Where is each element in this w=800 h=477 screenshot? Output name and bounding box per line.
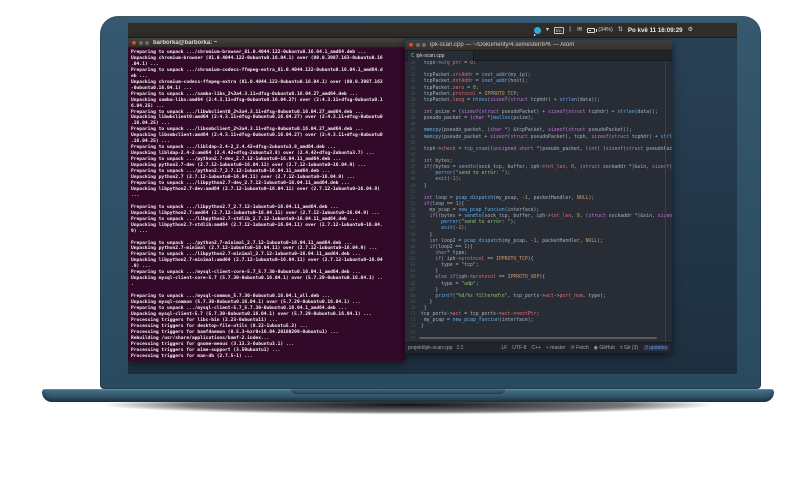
- atom-window-title: ipk-scan.cpp — ~/Dokumenty/4.semester/IP…: [430, 42, 575, 48]
- terminal-titlebar[interactable]: barborka@barborka: ~: [128, 38, 405, 48]
- terminal-line: Unpacking libwbclient0:amd64 (2:4.3.11+d…: [131, 115, 383, 121]
- git-branch-indicator[interactable]: ⑂ master: [546, 345, 566, 351]
- encoding-indicator[interactable]: UTF-8: [512, 345, 526, 351]
- terminal-line: Unpacking samba-libs:amd64 (2:4.3.11+dfs…: [131, 97, 383, 103]
- terminal-window: barborka@barborka: ~ Preparing to unpack…: [128, 38, 405, 361]
- code-line: memcpy(pseudo_packet + sizeof(struct pse…: [423, 134, 672, 140]
- battery-icon[interactable]: (34%): [587, 23, 613, 38]
- terminal-line: Unpacking chromium-codecs-ffmpeg-extra (…: [131, 79, 383, 85]
- laptop-base: [42, 389, 774, 402]
- status-right-items: LF UTF-8 C++ ⑂ master ⟳ Fetch ◉ GitHub ± Git (…: [501, 345, 638, 351]
- terminal-output[interactable]: Preparing to unpack .../chromium-browser…: [128, 48, 405, 361]
- close-button[interactable]: [409, 43, 413, 47]
- cpp-file-icon: C: [411, 53, 415, 59]
- battery-percentage: (34%): [598, 27, 613, 33]
- grammar-indicator[interactable]: C++: [531, 345, 540, 351]
- atom-window: ipk-scan.cpp — ~/Dokumenty/4.semester/IP…: [405, 40, 672, 353]
- laptop-screen: ▸ ▾ En ᛒ ✉ (34%) ⇅ Po kvě 11 16:09:29 ⚙: [128, 23, 737, 374]
- terminal-line: Preparing to unpack .../chromium-codecs-…: [131, 67, 383, 73]
- terminal-line: Unpacking libsmbclient:amd64 (2:4.3.11+d…: [131, 133, 383, 139]
- status-file-path[interactable]: projekt/ipk-scan.cpp: [408, 345, 452, 351]
- editor-gutter: 30 31 32 33 34 35 36 37 38 39 40 41 42 43 44 45 46 47 48 49…: [405, 61, 418, 342]
- bluetooth-icon[interactable]: ᛒ: [569, 23, 573, 38]
- horizontal-scrollbar[interactable]: [419, 337, 657, 339]
- volume-icon[interactable]: ▾: [546, 23, 549, 38]
- github-indicator[interactable]: ◉ GitHub: [594, 345, 615, 351]
- terminal-line: Unpacking chromium-browser (81.0.4044.12…: [131, 55, 383, 61]
- terminal-line: Unpacking libpython2.7-stdlib:amd64 (2.7…: [131, 222, 383, 228]
- ubuntu-top-panel: ▸ ▾ En ᛒ ✉ (34%) ⇅ Po kvě 11 16:09:29 ⚙: [128, 23, 737, 38]
- terminal-line: Processing triggers for man-db (2.7.5-1)…: [131, 353, 253, 359]
- tab-label: ipk-scan.cpp: [416, 53, 445, 59]
- status-cursor-position[interactable]: 1:1: [456, 345, 463, 351]
- terminal-line: Unpacking mysql-client-5.7 (5.7.30-0ubun…: [131, 311, 372, 317]
- laptop-mockup: ▸ ▾ En ᛒ ✉ (34%) ⇅ Po kvě 11 16:09:29 ⚙: [0, 0, 800, 477]
- terminal-line: Unpacking libpython2.7-dev:amd64 (2.7.12…: [131, 186, 380, 192]
- editor-code-area: tcph->urg_ptr = 0; tcpPacket.srcAddr = i…: [418, 61, 672, 342]
- atom-titlebar[interactable]: ipk-scan.cpp — ~/Dokumenty/4.semester/IP…: [405, 40, 672, 51]
- network-arrows-icon[interactable]: ⇅: [618, 23, 623, 38]
- fetch-button[interactable]: ⟳ Fetch: [571, 345, 589, 351]
- maximize-button[interactable]: [422, 43, 426, 47]
- terminal-line: Unpacking libpython2.7-minimal:amd64 (2.…: [131, 258, 383, 264]
- atom-tab-bar: C ipk-scan.cpp: [405, 51, 672, 61]
- git-changes-indicator[interactable]: ± Git (3): [620, 345, 638, 351]
- battery-nub: [596, 29, 598, 32]
- atom-status-bar: projekt/ipk-scan.cpp 1:1 LF UTF-8 C++ ⑂ mas…: [405, 342, 672, 353]
- wrap-guide: [665, 61, 666, 342]
- session-gear-icon[interactable]: ⚙: [688, 23, 693, 38]
- mail-icon[interactable]: ✉: [577, 23, 582, 38]
- code-editor[interactable]: 30 31 32 33 34 35 36 37 38 39 40 41 42 43 44 45 46 47 48 49…: [405, 61, 672, 342]
- minimize-button[interactable]: [415, 43, 420, 47]
- terminal-line: Unpacking mysql-client-core-5.7 (5.7.30-…: [131, 276, 383, 282]
- line-ending-indicator[interactable]: LF: [501, 345, 507, 351]
- terminal-window-controls: [132, 40, 149, 45]
- battery-shell: [587, 28, 596, 33]
- code-line: tcph->check = tcp_csum((unsigned short *…: [418, 146, 672, 152]
- minimize-button[interactable]: [138, 40, 143, 45]
- terminal-title: barborka@barborka: ~: [153, 39, 218, 46]
- telegram-icon[interactable]: ▸: [534, 27, 542, 37]
- close-button[interactable]: [132, 40, 136, 45]
- update-badge[interactable]: 3 updates: [643, 345, 669, 351]
- keyboard-layout-indicator[interactable]: En: [554, 27, 564, 34]
- atom-window-controls: [409, 43, 426, 47]
- terminal-line: Unpacking libpython2.7:amd64 (2.7.12-1ub…: [131, 210, 380, 216]
- panel-clock[interactable]: Po kvě 11 16:09:29: [628, 23, 683, 38]
- tab-ipk-scan-cpp[interactable]: C ipk-scan.cpp: [408, 51, 474, 61]
- maximize-button[interactable]: [145, 40, 149, 45]
- laptop-base-notch: [291, 389, 505, 394]
- system-tray: ▸ ▾ En ᛒ ✉ (34%) ⇅ Po kvě 11 16:09:29 ⚙: [534, 23, 693, 38]
